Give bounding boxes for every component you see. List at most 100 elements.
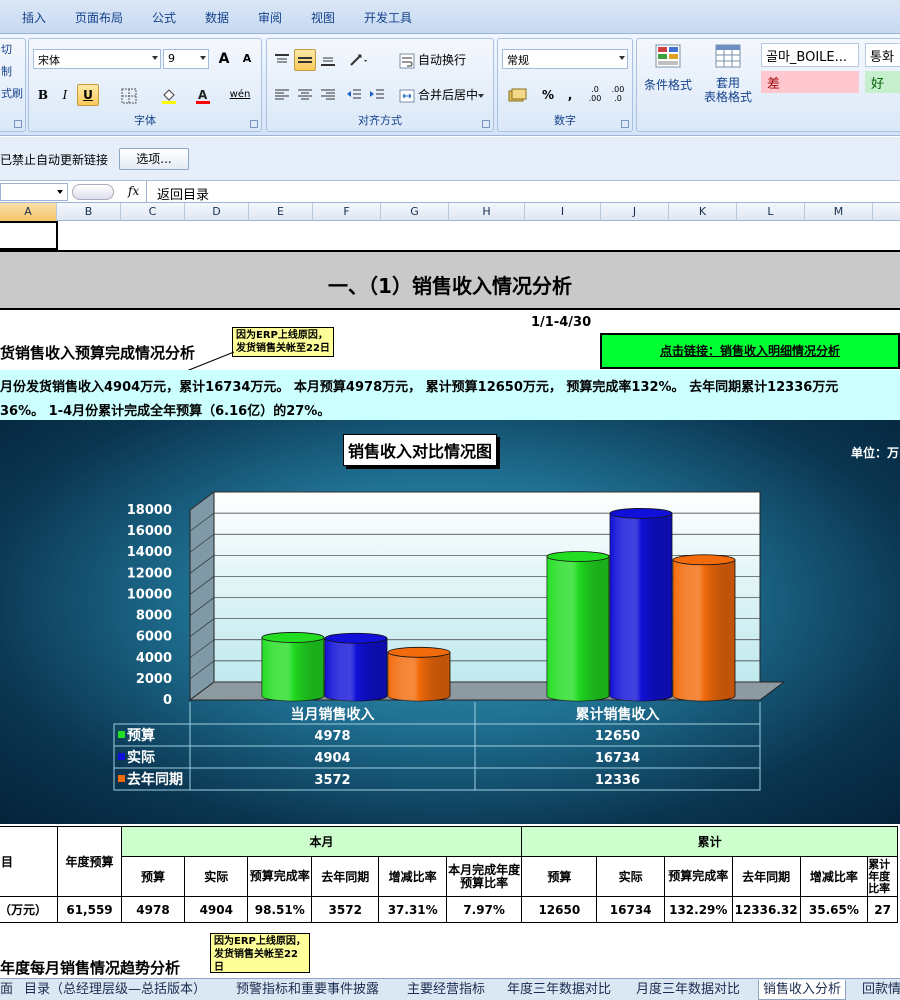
cell-style-1[interactable]: 골마_BOILE... <box>761 43 859 67</box>
cell-style-2[interactable]: 통화 <box>865 43 900 67</box>
column-header-i[interactable]: I <box>525 203 601 221</box>
table-format-icon <box>715 44 741 68</box>
increase-indent-button[interactable] <box>366 84 388 106</box>
wrap-text-button[interactable]: 自动换行 <box>395 49 485 71</box>
column-header-k[interactable]: K <box>669 203 737 221</box>
format-table-label-1: 套用 <box>715 76 740 90</box>
column-header-h[interactable]: H <box>449 203 525 221</box>
merge-center-button[interactable]: 合并后居中 <box>395 84 487 106</box>
chevron-down-icon <box>57 190 63 194</box>
tab-developer[interactable]: 开发工具 <box>364 9 412 26</box>
tab-view[interactable]: 视图 <box>311 9 335 26</box>
phonetic-button[interactable]: wén <box>223 84 257 106</box>
shrink-font-button[interactable]: A <box>236 48 258 70</box>
number-launcher-icon[interactable] <box>621 120 629 128</box>
options-button[interactable]: 选项... <box>119 148 189 170</box>
align-bottom-button[interactable] <box>317 49 339 71</box>
month-col-budget: 预算 <box>120 856 186 897</box>
borders-button[interactable] <box>113 84 145 106</box>
align-center-button[interactable] <box>294 84 316 106</box>
sheet-tab-cover[interactable]: 面 <box>0 980 13 1000</box>
cell-style-good[interactable]: 好 <box>865 71 900 93</box>
y-tick-label: 18000 <box>127 503 172 518</box>
formula-bar-toggle[interactable] <box>72 184 114 200</box>
bold-button[interactable]: B <box>33 84 53 106</box>
cut-button[interactable]: 切 <box>1 41 12 57</box>
name-box[interactable] <box>0 183 68 201</box>
cumulative-group-header: 累计 <box>521 826 898 857</box>
tab-data[interactable]: 数据 <box>205 9 229 26</box>
column-header-j[interactable]: J <box>601 203 669 221</box>
clipboard-launcher-icon[interactable] <box>14 120 22 128</box>
cum-col-completion-rate: 预算完成率 <box>663 856 733 897</box>
fill-color-button[interactable] <box>153 84 185 106</box>
percent-button[interactable]: % <box>538 84 558 106</box>
decrease-decimal-button[interactable]: .00 .0 <box>607 84 629 106</box>
column-header-m[interactable]: M <box>805 203 873 221</box>
tab-insert[interactable]: 插入 <box>22 9 46 26</box>
tab-review[interactable]: 审阅 <box>258 9 282 26</box>
selected-cell[interactable] <box>0 221 58 250</box>
format-as-table-button[interactable]: 套用 表格格式 <box>697 43 759 107</box>
tab-formulas[interactable]: 公式 <box>152 9 176 26</box>
increase-decimal-button[interactable]: .0 .00 <box>584 84 606 106</box>
security-message-bar: 已禁止自动更新链接 选项... <box>0 137 900 181</box>
underline-button[interactable]: U <box>77 84 99 106</box>
align-left-button[interactable] <box>271 84 293 106</box>
comma-button[interactable]: , <box>562 84 578 106</box>
column-header-l[interactable]: L <box>737 203 805 221</box>
sheet-tab-collection[interactable]: 回款情 <box>862 980 900 1000</box>
align-right-button[interactable] <box>317 84 339 106</box>
cum-col-annual-ratio: 累计年度比率 <box>867 856 898 897</box>
cum-col-budget: 预算 <box>521 856 598 897</box>
sheet-tab-annual-compare[interactable]: 年度三年数据对比 <box>507 980 611 1000</box>
number-format-select[interactable]: 常规 <box>502 49 628 69</box>
column-header-d[interactable]: D <box>185 203 249 221</box>
font-size-select[interactable]: 9 <box>163 49 209 69</box>
sheet-tab-monthly-compare[interactable]: 月度三年数据对比 <box>636 980 740 1000</box>
align-bottom-icon <box>321 57 335 66</box>
bar-shade <box>547 556 609 701</box>
column-header-c[interactable]: C <box>121 203 185 221</box>
align-middle-button[interactable] <box>294 49 316 71</box>
formula-input[interactable]: 返回目录 <box>146 181 900 203</box>
bar-top <box>261 632 325 643</box>
column-header-a[interactable]: A <box>0 203 57 221</box>
grow-font-button[interactable]: A <box>213 48 235 70</box>
copy-button[interactable]: 制 <box>1 63 12 79</box>
erp-note-2-line2: 发货销售关帐至22 <box>214 949 298 960</box>
column-header-b[interactable]: B <box>57 203 121 221</box>
insert-function-icon[interactable]: fx <box>128 184 139 198</box>
column-header-e[interactable]: E <box>249 203 313 221</box>
sheet-tab-warnings[interactable]: 预警指标和重要事件披露 <box>236 980 379 1000</box>
alignment-launcher-icon[interactable] <box>482 120 490 128</box>
bar-shade <box>388 652 450 701</box>
sales-chart[interactable]: 0 2000 4000 6000 8000 10000 12000 14000 16000 180… <box>0 420 900 824</box>
cell-style-bad[interactable]: 差 <box>761 71 859 93</box>
align-top-button[interactable] <box>271 49 293 71</box>
summary-band: 月份发货销售收入4904万元，累计16734万元。 本月预算4978万元， 累计… <box>0 370 900 420</box>
orientation-button[interactable] <box>343 49 375 71</box>
tab-page-layout[interactable]: 页面布局 <box>75 9 123 26</box>
data-label: 4904 <box>314 751 350 766</box>
column-header-f[interactable]: F <box>313 203 381 221</box>
font-name-select[interactable]: 宋体 <box>33 49 161 69</box>
italic-button[interactable]: I <box>55 84 75 106</box>
format-painter-button[interactable]: 式刷 <box>1 85 23 101</box>
sheet-tab-index[interactable]: 目录（总经理层级—总括版本） <box>24 980 206 1000</box>
chart-side-wall <box>189 491 215 701</box>
column-header-g[interactable]: G <box>381 203 449 221</box>
y-tick-label: 14000 <box>127 545 172 560</box>
font-launcher-icon[interactable] <box>250 120 258 128</box>
month-col-annual-ratio: 本月完成年度预算比率 <box>445 856 523 897</box>
sales-detail-link[interactable]: 点击链接：销售收入明细情况分析 <box>600 333 900 369</box>
sheet-tab-key-indicators[interactable]: 主要经营指标 <box>407 980 485 1000</box>
conditional-format-button[interactable]: 条件格式 <box>641 43 695 107</box>
font-color-button[interactable]: A <box>187 84 219 106</box>
increase-indent-icon <box>370 89 384 99</box>
column-headers: A B C D E F G H I J K L M <box>0 203 900 221</box>
number-group: 常规 % , .0 .00 .00 .0 数字 <box>497 38 633 132</box>
decrease-indent-button[interactable] <box>343 84 365 106</box>
sheet-tab-sales-analysis[interactable]: 销售收入分析 <box>758 980 847 1000</box>
accounting-format-button[interactable] <box>502 84 536 106</box>
